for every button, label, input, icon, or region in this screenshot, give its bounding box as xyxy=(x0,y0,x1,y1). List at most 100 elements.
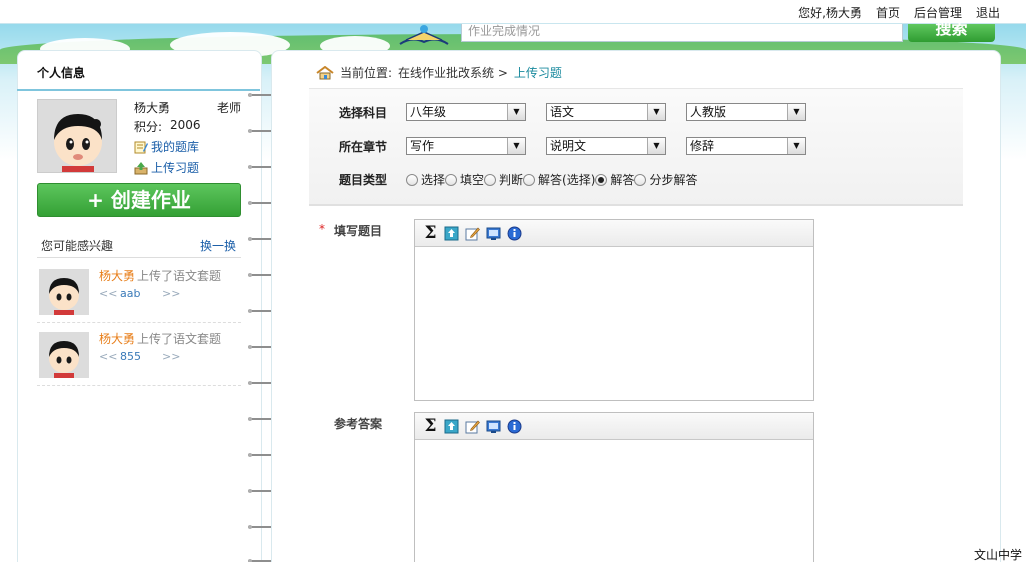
avatar xyxy=(37,99,117,173)
feed-action-text: 上传了语文套题 xyxy=(137,269,222,283)
radio-label: 分步解答 xyxy=(649,173,698,187)
score-label: 积分: xyxy=(134,120,163,134)
breadcrumb-path[interactable]: 在线作业批改系统 > xyxy=(398,64,508,81)
editor-toolbar: Σ xyxy=(415,413,813,440)
upload-exercise-link[interactable]: 上传习题 xyxy=(134,159,199,176)
radio-button[interactable] xyxy=(523,173,536,186)
edit-icon[interactable] xyxy=(465,226,480,241)
search-input[interactable]: 作业完成情况 xyxy=(461,24,903,42)
info-icon[interactable] xyxy=(507,226,522,241)
interest-label: 您可能感兴趣 xyxy=(41,239,114,253)
divider xyxy=(17,89,260,91)
info-icon[interactable] xyxy=(507,419,522,434)
notepad-icon xyxy=(134,141,148,153)
chapter-select[interactable]: 写作 ▼ xyxy=(406,137,526,155)
chapter-select-value: 写作 xyxy=(410,139,435,153)
chevron-down-icon: ▼ xyxy=(507,138,525,154)
list-item: 杨大勇 上传了语文套题 << 855 >> xyxy=(37,326,241,386)
radio-label: 选择 xyxy=(421,173,446,187)
section-select[interactable]: 说明文 ▼ xyxy=(546,137,666,155)
edition-select[interactable]: 人教版 ▼ xyxy=(686,103,806,121)
feed-title-link[interactable]: aab xyxy=(120,287,140,300)
answer-editor: Σ xyxy=(414,412,814,562)
feed-user-link[interactable]: 杨大勇 xyxy=(99,330,135,347)
cartoon-avatar-icon xyxy=(39,269,89,315)
section-select-value: 说明文 xyxy=(550,139,587,153)
chevron-down-icon: ▼ xyxy=(647,138,665,154)
breadcrumb-current[interactable]: 上传习题 xyxy=(514,64,562,81)
feed-action-text: 上传了语文套题 xyxy=(137,332,222,346)
feed-prev-link[interactable]: << xyxy=(99,287,117,300)
subject-label: 选择科目 xyxy=(339,106,388,120)
feed-next-link[interactable]: >> xyxy=(162,287,180,300)
question-type-radios: 选择 填空 判断 解答(选择) 解答 分步解答 xyxy=(406,171,697,188)
topic-select[interactable]: 修辞 ▼ xyxy=(686,137,806,155)
my-question-bank-label: 我的题库 xyxy=(151,140,200,154)
radio-true-false[interactable]: 判断 xyxy=(484,171,523,188)
grade-select[interactable]: 八年级 ▼ xyxy=(406,103,526,121)
create-homework-button[interactable]: + 创建作业 xyxy=(37,183,241,217)
radio-label: 解答(选择) xyxy=(538,173,596,187)
question-text-area[interactable] xyxy=(415,247,813,401)
breadcrumb: 当前位置: 在线作业批改系统 > 上传习题 xyxy=(316,64,562,81)
home-link[interactable]: 首页 xyxy=(876,4,900,21)
radio-button[interactable] xyxy=(445,173,458,186)
radio-step-answer[interactable]: 分步解答 xyxy=(634,171,697,188)
feed-user-link[interactable]: 杨大勇 xyxy=(99,267,135,284)
image-upload-icon[interactable] xyxy=(444,226,459,241)
refresh-link[interactable]: 换一换 xyxy=(200,237,236,254)
subject-select-value: 语文 xyxy=(550,105,575,119)
cartoon-avatar-icon xyxy=(38,100,116,172)
required-mark: * xyxy=(319,222,325,236)
radio-fill-blank[interactable]: 填空 xyxy=(445,171,484,188)
greeting-link[interactable]: 您好,杨大勇 xyxy=(798,4,862,21)
breadcrumb-prefix: 当前位置: xyxy=(340,66,393,80)
logout-link[interactable]: 退出 xyxy=(976,4,1000,21)
sigma-icon[interactable]: Σ xyxy=(423,224,438,241)
top-bar: 您好,杨大勇 首页 后台管理 退出 xyxy=(0,0,1026,24)
display-icon[interactable] xyxy=(486,226,501,241)
question-label: 填写题目 xyxy=(334,224,383,238)
radio-answer[interactable]: 解答 xyxy=(595,171,634,188)
search-button[interactable]: 搜索 xyxy=(908,21,995,42)
list-item: 杨大勇 上传了语文套题 << aab >> xyxy=(37,263,241,323)
chevron-down-icon: ▼ xyxy=(787,104,805,120)
radio-answer-choice[interactable]: 解答(选择) xyxy=(523,171,595,188)
top-nav: 您好,杨大勇 首页 后台管理 退出 xyxy=(798,4,1000,21)
upload-exercise-label: 上传习题 xyxy=(151,161,200,175)
question-editor: Σ xyxy=(414,219,814,401)
radio-button[interactable] xyxy=(634,173,647,186)
radio-button[interactable] xyxy=(406,173,418,186)
subject-select[interactable]: 语文 ▼ xyxy=(546,103,666,121)
question-type-label: 题目类型 xyxy=(339,173,388,187)
chapter-label: 所在章节 xyxy=(339,140,388,154)
sigma-icon[interactable]: Σ xyxy=(423,417,438,434)
radio-button[interactable] xyxy=(595,173,608,186)
profile-panel-content: 个人信息 杨大勇 老师 积分: 2006 我的题库 上传习题 + 创建作业 您可… xyxy=(17,50,262,562)
my-question-bank-link[interactable]: 我的题库 xyxy=(134,138,199,155)
editor-toolbar: Σ xyxy=(415,220,813,247)
edit-icon[interactable] xyxy=(465,419,480,434)
topic-select-value: 修辞 xyxy=(690,139,715,153)
feed-next-link[interactable]: >> xyxy=(162,350,180,363)
answer-label: 参考答案 xyxy=(334,417,383,431)
answer-text-area[interactable] xyxy=(415,440,813,562)
radio-label: 解答 xyxy=(610,173,635,187)
display-icon[interactable] xyxy=(486,419,501,434)
panel-title: 个人信息 xyxy=(37,66,86,80)
chevron-down-icon: ▼ xyxy=(787,138,805,154)
chevron-down-icon: ▼ xyxy=(507,104,525,120)
image-upload-icon[interactable] xyxy=(444,419,459,434)
radio-button[interactable] xyxy=(484,173,497,186)
feed-prev-link[interactable]: << xyxy=(99,350,117,363)
teacher-role: 老师 xyxy=(217,101,242,115)
grade-select-value: 八年级 xyxy=(410,105,447,119)
edition-select-value: 人教版 xyxy=(690,105,727,119)
chevron-down-icon: ▼ xyxy=(647,104,665,120)
upload-icon xyxy=(134,161,148,174)
divider xyxy=(37,257,241,258)
radio-label: 填空 xyxy=(460,173,485,187)
score-value: 2006 xyxy=(170,118,201,132)
feed-title-link[interactable]: 855 xyxy=(120,350,141,363)
radio-choice[interactable]: 选择 xyxy=(406,171,445,188)
